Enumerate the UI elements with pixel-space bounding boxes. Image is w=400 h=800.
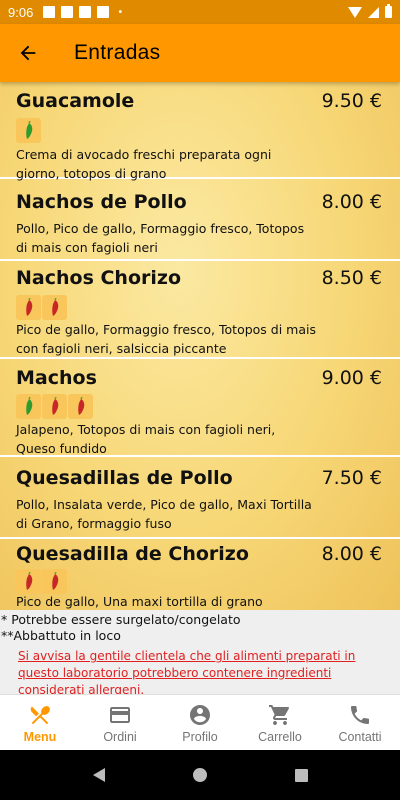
item-price: 7.50 € <box>321 467 382 489</box>
bottom-navigation: Menu Ordini Profilo Carrello Contatti <box>0 694 400 750</box>
item-name: Nachos Chorizo <box>16 267 182 289</box>
allergen-warning: Si avvisa la gentile clientela che gli a… <box>18 649 356 697</box>
app-bar: Entradas <box>0 24 400 82</box>
item-description: Pollo, Insalata verde, Pico de gallo, Ma… <box>16 497 312 531</box>
nav-contatti[interactable]: Contatti <box>320 695 400 750</box>
item-description: Pollo, Pico de gallo, Formaggio fresco, … <box>16 221 305 255</box>
system-home-icon[interactable] <box>192 768 207 782</box>
item-description: Pico de gallo, Una maxi tortilla di gran… <box>16 594 263 609</box>
chili-icon <box>42 394 67 419</box>
item-price: 9.50 € <box>321 90 382 112</box>
menu-item-nachos-de-pollo[interactable]: Nachos de Pollo 8.00 € Pollo, Pico de ga… <box>0 179 400 261</box>
page-title: Entradas <box>74 41 161 64</box>
chili-icon <box>16 118 41 143</box>
spice-indicator <box>16 295 67 320</box>
status-dot: • <box>117 6 124 18</box>
wifi-icon <box>348 6 362 18</box>
menu-item-machos[interactable]: Machos 9.00 € Jalapeno, Totopos di mais … <box>0 359 400 457</box>
spice-indicator <box>16 394 93 419</box>
spice-indicator <box>16 569 67 594</box>
nav-profilo-label: Profilo <box>182 729 218 744</box>
chili-icon <box>42 569 67 594</box>
nav-carrello[interactable]: Carrello <box>240 695 320 750</box>
nav-ordini[interactable]: Ordini <box>80 695 160 750</box>
chili-icon <box>16 295 41 320</box>
nav-profilo[interactable]: Profilo <box>160 695 240 750</box>
notification-icon <box>79 6 92 18</box>
item-price: 9.00 € <box>321 367 382 389</box>
item-price: 8.50 € <box>321 267 382 289</box>
nav-ordini-label: Ordini <box>103 729 137 744</box>
nav-contatti-label: Contatti <box>338 729 382 744</box>
frozen-note: * Potrebbe essere surgelato/congelato <box>1 612 241 627</box>
menu-list[interactable]: Guacamole 9.50 € Crema di avocado fresch… <box>0 82 400 610</box>
chili-icon <box>68 394 93 419</box>
system-navigation-bar <box>0 750 400 800</box>
menu-item-nachos-chorizo[interactable]: Nachos Chorizo 8.50 € Pico de gallo, For… <box>0 261 400 359</box>
status-time: 9:06 <box>8 4 34 20</box>
arrow-back-icon <box>20 45 36 61</box>
item-price: 8.00 € <box>321 543 382 565</box>
back-button[interactable] <box>0 24 56 82</box>
signal-icon <box>368 6 379 18</box>
item-name: Quesadilla de Chorizo <box>16 543 249 565</box>
system-back-icon[interactable] <box>92 768 105 782</box>
item-name: Nachos de Pollo <box>16 191 187 213</box>
chili-icon <box>16 394 41 419</box>
battery-icon <box>385 4 392 18</box>
account-icon <box>190 704 210 725</box>
nav-menu[interactable]: Menu <box>0 695 80 750</box>
nav-menu-label: Menu <box>23 729 57 744</box>
menu-item-guacamole[interactable]: Guacamole 9.50 € Crema di avocado fresch… <box>0 82 400 181</box>
item-price: 8.00 € <box>321 191 382 213</box>
fork-knife-icon <box>30 705 50 724</box>
item-description: Crema di avocado freschi preparata ogni … <box>16 147 272 181</box>
chilled-note: **Abbattuto in loco <box>1 628 121 643</box>
system-recents-icon[interactable] <box>294 768 308 782</box>
item-name: Guacamole <box>16 90 135 112</box>
card-icon <box>110 706 130 723</box>
chili-icon <box>16 569 41 594</box>
status-bar: 9:06 • <box>0 0 400 24</box>
item-description: Pico de gallo, Formaggio fresco, Totopos… <box>16 322 316 356</box>
item-name: Quesadillas de Pollo <box>16 467 233 489</box>
item-name: Machos <box>16 367 97 389</box>
spice-indicator <box>16 118 41 143</box>
notification-icon <box>61 6 74 18</box>
notification-icon <box>43 6 56 18</box>
item-description: Jalapeno, Totopos di mais con fagioli ne… <box>16 422 276 456</box>
chili-icon <box>42 295 67 320</box>
phone-icon <box>351 705 369 724</box>
notification-icon <box>97 6 110 18</box>
nav-carrello-label: Carrello <box>258 729 302 744</box>
menu-item-quesadillas-de-pollo[interactable]: Quesadillas de Pollo 7.50 € Pollo, Insal… <box>0 457 400 539</box>
cart-icon <box>269 704 290 725</box>
notes-panel: * Potrebbe essere surgelato/congelato **… <box>0 610 400 697</box>
menu-item-quesadilla-de-chorizo[interactable]: Quesadilla de Chorizo 8.00 € Pico de gal… <box>0 539 400 610</box>
